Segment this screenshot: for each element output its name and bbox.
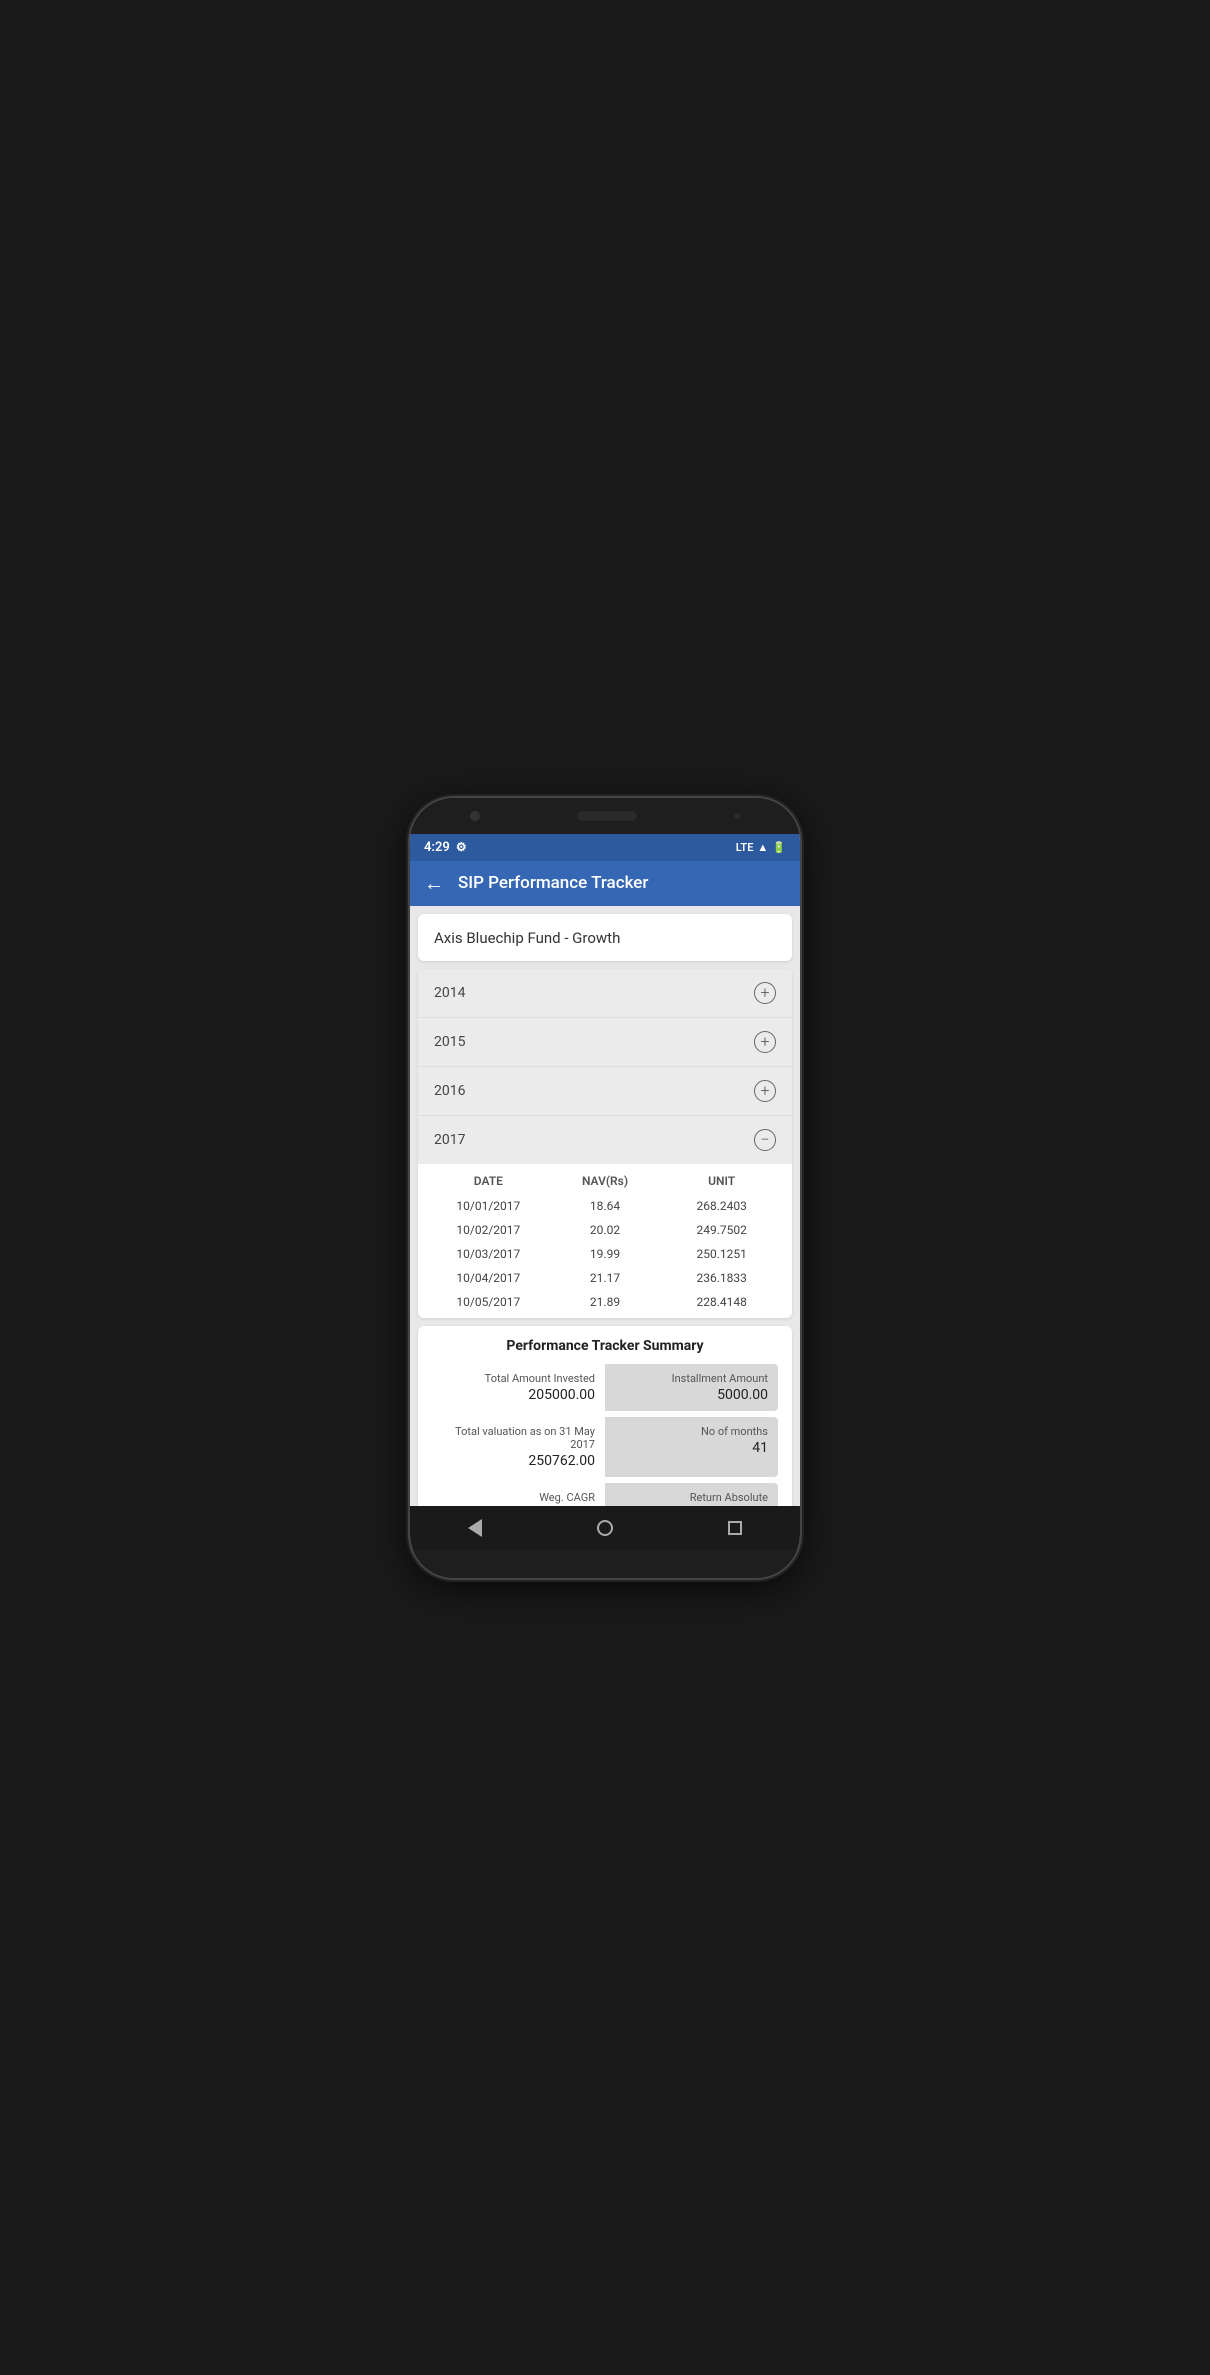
year-label-2015: 2015 [434,1034,465,1050]
row5-unit: 228.4148 [663,1295,780,1309]
network-label: LTE [736,841,754,854]
total-invested-cell: Total Amount Invested 205000.00 [432,1364,605,1411]
col-nav-header: NAV(Rs) [547,1174,664,1188]
row4-unit: 236.1833 [663,1271,780,1285]
recents-nav-button[interactable] [728,1521,742,1535]
table-row: 10/01/2017 18.64 268.2403 [418,1194,792,1218]
accordion-item-2014: 2014 + [418,969,792,1018]
row1-date: 10/01/2017 [430,1199,547,1213]
accordion-header-2014[interactable]: 2014 + [418,969,792,1017]
phone-shell: 4:29 ⚙ LTE ▲ 🔋 ← SIP Performance Tracker… [410,798,800,1578]
fund-name-card: Axis Bluechip Fund - Growth [418,914,792,961]
camera-dot [470,811,480,821]
table-header: DATE NAV(Rs) UNIT [418,1168,792,1194]
sensor-dot [734,813,740,819]
year-accordion: 2014 + 2015 + [418,969,792,1318]
phone-top-bar [410,798,800,834]
return-cell: Return Absolute 22.32 [605,1483,778,1506]
accordion-header-2015[interactable]: 2015 + [418,1018,792,1066]
status-bar: 4:29 ⚙ LTE ▲ 🔋 [410,834,800,861]
row4-nav: 21.17 [547,1271,664,1285]
cagr-label: Weg. CAGR [442,1491,595,1504]
row5-date: 10/05/2017 [430,1295,547,1309]
battery-icon: 🔋 [772,841,786,854]
gear-icon: ⚙ [456,840,467,854]
speaker-grille [577,811,637,821]
summary-card: Performance Tracker Summary Total Amount… [418,1326,792,1506]
back-nav-button[interactable] [468,1519,482,1537]
year-label-2016: 2016 [434,1083,465,1099]
status-left: 4:29 ⚙ [424,840,467,855]
row4-date: 10/04/2017 [430,1271,547,1285]
back-button[interactable]: ← [424,871,444,896]
app-bar: ← SIP Performance Tracker [410,861,800,906]
months-cell: No of months 41 [605,1417,778,1477]
total-invested-label: Total Amount Invested [442,1372,595,1385]
row3-nav: 19.99 [547,1247,664,1261]
installment-value: 5000.00 [615,1387,768,1403]
status-time: 4:29 [424,840,450,855]
summary-row-3: Weg. CAGR 12.01 Return Absolute 22.32 [432,1483,778,1506]
total-invested-value: 205000.00 [442,1387,595,1403]
table-row: 10/04/2017 21.17 236.1833 [418,1266,792,1290]
status-right: LTE ▲ 🔋 [736,841,786,854]
app-bar-title: SIP Performance Tracker [458,873,648,893]
valuation-label: Total valuation as on 31 May 2017 [442,1425,595,1451]
accordion-header-2016[interactable]: 2016 + [418,1067,792,1115]
months-label: No of months [615,1425,768,1438]
year-label-2017: 2017 [434,1132,465,1148]
fund-name: Axis Bluechip Fund - Growth [434,929,620,947]
accordion-item-2016: 2016 + [418,1067,792,1116]
signal-icon: ▲ [757,841,768,854]
summary-row-2: Total valuation as on 31 May 2017 250762… [432,1417,778,1477]
expand-icon-2015: + [754,1031,776,1053]
accordion-item-2015: 2015 + [418,1018,792,1067]
row1-unit: 268.2403 [663,1199,780,1213]
months-value: 41 [615,1440,768,1456]
accordion-item-2017: 2017 − DATE NAV(Rs) UNIT 10/01 [418,1116,792,1318]
table-row: 10/02/2017 20.02 249.7502 [418,1218,792,1242]
bottom-nav [410,1506,800,1550]
expand-icon-2014: + [754,982,776,1004]
expand-icon-2016: + [754,1080,776,1102]
accordion-header-2017[interactable]: 2017 − [418,1116,792,1164]
home-nav-button[interactable] [597,1520,613,1536]
table-row: 10/03/2017 19.99 250.1251 [418,1242,792,1266]
row5-nav: 21.89 [547,1295,664,1309]
row1-nav: 18.64 [547,1199,664,1213]
valuation-cell: Total valuation as on 31 May 2017 250762… [432,1417,605,1477]
summary-row-1: Total Amount Invested 205000.00 Installm… [432,1364,778,1411]
col-unit-header: UNIT [663,1174,780,1188]
phone-screen: 4:29 ⚙ LTE ▲ 🔋 ← SIP Performance Tracker… [410,834,800,1550]
table-2017: DATE NAV(Rs) UNIT 10/01/2017 18.64 268.2… [418,1164,792,1318]
phone-bottom-bar [410,1550,800,1578]
row2-date: 10/02/2017 [430,1223,547,1237]
cagr-cell: Weg. CAGR 12.01 [432,1483,605,1506]
row3-unit: 250.1251 [663,1247,780,1261]
installment-label: Installment Amount [615,1372,768,1385]
row3-date: 10/03/2017 [430,1247,547,1261]
summary-title: Performance Tracker Summary [432,1338,778,1354]
content-area: Axis Bluechip Fund - Growth 2014 + [410,906,800,1506]
collapse-icon-2017: − [754,1129,776,1151]
row2-unit: 249.7502 [663,1223,780,1237]
return-label: Return Absolute [615,1491,768,1504]
row2-nav: 20.02 [547,1223,664,1237]
installment-cell: Installment Amount 5000.00 [605,1364,778,1411]
table-row: 10/05/2017 21.89 228.4148 [418,1290,792,1314]
col-date-header: DATE [430,1174,547,1188]
year-label-2014: 2014 [434,985,465,1001]
valuation-value: 250762.00 [442,1453,595,1469]
